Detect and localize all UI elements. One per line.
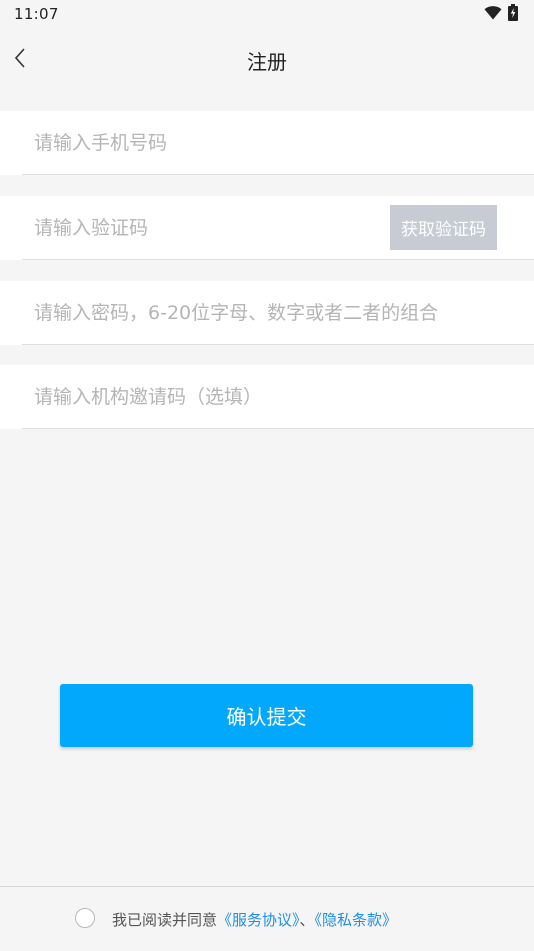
wifi-icon <box>484 6 502 20</box>
agreement-prefix: 我已阅读并同意 <box>112 911 218 929</box>
status-time: 11:07 <box>14 5 59 23</box>
status-bar: 11:07 <box>0 0 534 28</box>
code-field-row: 获取验证码 <box>0 196 534 260</box>
agreement-text: 我已阅读并同意《服务协议》、《隐私条款》 <box>112 909 397 930</box>
agreement-separator: 、 <box>299 911 315 929</box>
header: 注册 <box>0 28 534 90</box>
phone-divider <box>22 174 534 175</box>
code-divider <box>22 259 534 260</box>
submit-button[interactable]: 确认提交 <box>60 684 473 747</box>
privacy-policy-link[interactable]: 《隐私条款》 <box>315 911 398 929</box>
service-agreement-link[interactable]: 《服务协议》 <box>217 911 300 929</box>
invite-code-input[interactable] <box>34 365 504 428</box>
agreement-footer: 我已阅读并同意《服务协议》、《隐私条款》 <box>0 886 534 951</box>
verification-code-input[interactable] <box>34 196 374 259</box>
phone-field-row <box>0 111 534 175</box>
invite-divider <box>22 428 534 429</box>
page-title: 注册 <box>247 50 287 74</box>
phone-input[interactable] <box>34 111 504 174</box>
password-divider <box>22 344 534 345</box>
battery-charging-icon <box>508 4 518 21</box>
password-field-row <box>0 281 534 345</box>
invite-field-row <box>0 365 534 429</box>
agree-checkbox[interactable] <box>75 908 95 928</box>
get-code-button[interactable]: 获取验证码 <box>390 205 497 250</box>
password-input[interactable] <box>34 281 514 344</box>
